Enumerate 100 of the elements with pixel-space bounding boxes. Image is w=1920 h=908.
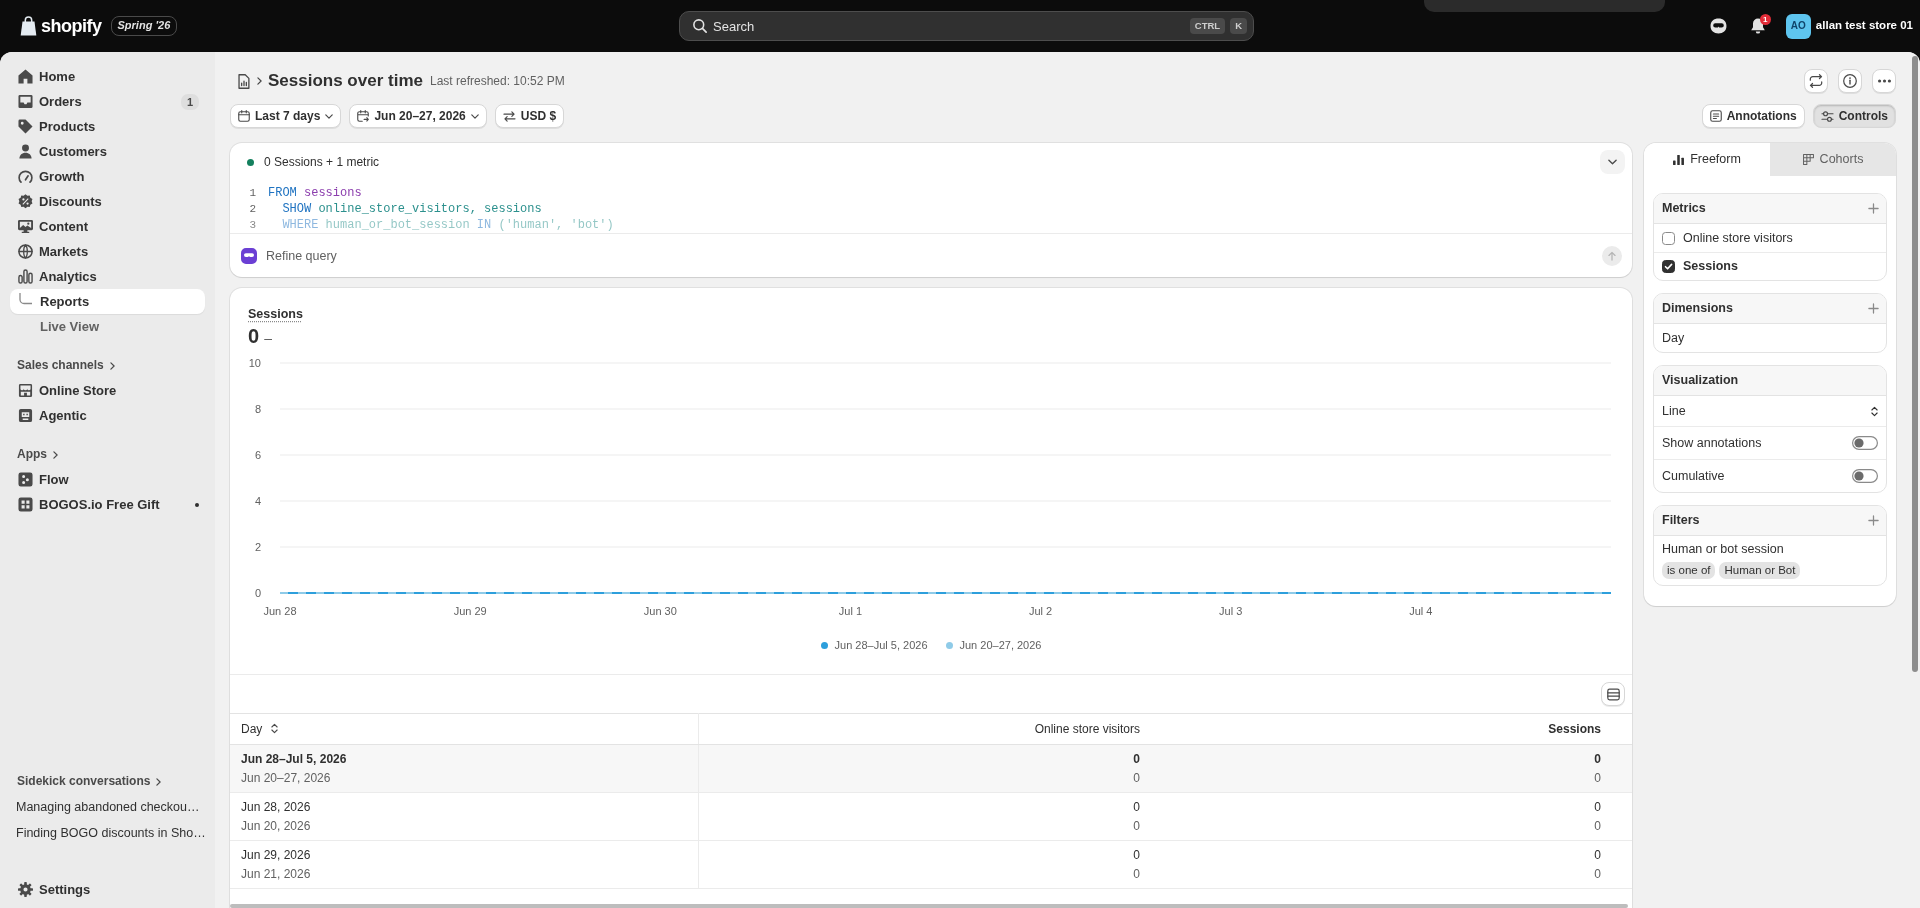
repeat-button[interactable]: [1804, 69, 1828, 93]
vertical-scrollbar[interactable]: [1912, 56, 1918, 672]
shortcut-key: K: [1230, 18, 1247, 34]
bar-chart-icon: [18, 269, 33, 284]
line-number: 3: [248, 217, 256, 233]
metric-label: Online store visitors: [1683, 229, 1793, 247]
column-header: Online store visitors: [1034, 721, 1140, 736]
nav-item[interactable]: Home: [10, 64, 205, 89]
settings-link[interactable]: Settings: [10, 877, 205, 902]
y-axis-label: 2: [254, 541, 261, 553]
search-field[interactable]: Search CTRL K: [679, 11, 1254, 41]
y-axis-label: 6: [254, 449, 261, 461]
section-link[interactable]: Sidekick conversations: [10, 769, 169, 794]
conversation-link[interactable]: Finding BOGO discounts in Sho…: [10, 820, 212, 846]
checkbox[interactable]: [1662, 231, 1675, 245]
add-button[interactable]: [1868, 203, 1879, 214]
filter-operator[interactable]: is one of: [1662, 562, 1716, 579]
monitor-icon: [18, 219, 33, 234]
comparison-value: Jun 21, 2026: [241, 865, 311, 883]
brand-logo[interactable]: shopify: [41, 17, 102, 35]
more-button[interactable]: [1872, 69, 1896, 93]
app-grid-icon: [18, 497, 33, 512]
x-axis-label: Jul 4: [1409, 605, 1433, 617]
column-header: Day: [241, 721, 263, 736]
toggle-switch[interactable]: [1852, 436, 1878, 450]
cell-value: 0: [1594, 846, 1601, 864]
comparison-value: 0: [1133, 865, 1140, 883]
nav-item[interactable]: Growth: [10, 164, 205, 189]
plus-icon: [1868, 515, 1879, 526]
nav-item[interactable]: Markets: [10, 239, 205, 264]
prompt-input[interactable]: Refine query: [266, 243, 1593, 268]
code-line: FROM sessions: [268, 184, 362, 202]
nav-item[interactable]: Discounts: [10, 189, 205, 214]
y-axis-label: 4: [254, 495, 261, 507]
nav-item[interactable]: Online Store: [10, 378, 205, 403]
add-button[interactable]: [1868, 303, 1879, 314]
gauge-icon: [18, 169, 33, 184]
table-view-button[interactable]: [1601, 682, 1625, 706]
toolbar-button[interactable]: Controls: [1812, 104, 1896, 128]
nav-item[interactable]: Content: [10, 214, 205, 239]
dimension-item[interactable]: Day: [1654, 324, 1886, 352]
chevron-down-icon: [325, 113, 334, 119]
document-chart-icon[interactable]: [238, 73, 250, 89]
legend-label: Jun 28–Jul 5, 2026: [834, 638, 928, 653]
tab[interactable]: Cohorts: [1770, 143, 1896, 176]
comparison-value: 0: [1133, 817, 1140, 835]
cell-value: 0: [1133, 846, 1140, 864]
conversation-link[interactable]: Managing abandoned checkou…: [10, 794, 206, 820]
change-indicator: –: [264, 329, 272, 348]
sort-icon[interactable]: [271, 722, 279, 734]
y-axis-label: 10: [248, 357, 261, 369]
horizontal-scrollbar[interactable]: [230, 904, 1628, 908]
x-axis-label: Jun 30: [643, 605, 677, 617]
cell-value: 0: [1594, 750, 1601, 768]
nav-item[interactable]: Orders 1: [10, 89, 205, 114]
cell-value: Jun 28, 2026: [241, 798, 311, 816]
filter-button[interactable]: Jun 20–27, 2026: [349, 104, 487, 128]
checkbox[interactable]: [1662, 260, 1675, 273]
filter-value[interactable]: Human or Bot: [1719, 562, 1801, 579]
info-button[interactable]: [1838, 69, 1862, 93]
nav-item[interactable]: Analytics: [10, 264, 205, 289]
comparison-value: 0: [1594, 769, 1601, 787]
bag-logo-icon[interactable]: [20, 16, 37, 36]
filter-button[interactable]: USD $: [494, 104, 565, 128]
toggle-switch[interactable]: [1852, 469, 1878, 483]
comparison-value: 0: [1594, 865, 1601, 883]
option-label: Show annotations: [1662, 434, 1762, 452]
robot-icon: [18, 408, 33, 423]
toolbar-button[interactable]: Annotations: [1701, 104, 1805, 128]
filter-button[interactable]: Last 7 days: [230, 104, 342, 128]
add-button[interactable]: [1868, 515, 1879, 526]
collapse-button[interactable]: [1600, 150, 1625, 174]
person-icon: [18, 144, 33, 159]
nav-item[interactable]: Customers: [10, 139, 205, 164]
notifications-button[interactable]: 1: [1743, 12, 1772, 40]
chart-title[interactable]: Sessions: [248, 304, 303, 324]
search-input[interactable]: Search: [707, 15, 1185, 37]
section-link[interactable]: Sales channels: [10, 353, 122, 378]
goggles-badge-icon: [241, 247, 257, 264]
section-link[interactable]: Apps: [10, 442, 65, 467]
nav-item[interactable]: Products: [10, 114, 205, 139]
nav-item[interactable]: Agentic: [10, 403, 205, 428]
chevron-down-icon: [470, 113, 479, 119]
metric-value: 0: [248, 324, 260, 348]
nav-item[interactable]: Flow: [10, 467, 205, 492]
query-summary: 0 Sessions + 1 metric: [264, 153, 380, 171]
search-icon: [693, 19, 707, 33]
tag-icon: [18, 119, 33, 134]
nav-item[interactable]: Live View: [10, 314, 205, 339]
visualization-select[interactable]: Line: [1654, 396, 1886, 426]
shortcut-key: CTRL: [1189, 18, 1226, 34]
repeat-icon: [1809, 74, 1823, 88]
app-nodes-icon: [18, 472, 33, 487]
chevron-right-icon: [156, 777, 162, 786]
plus-icon: [1868, 303, 1879, 314]
account-button[interactable]: AO allan test store 01: [1785, 13, 1913, 39]
tab[interactable]: Freeform: [1644, 143, 1770, 176]
nav-item[interactable]: BOGOS.io Free Gift: [10, 492, 205, 517]
section-title: Metrics: [1662, 200, 1706, 217]
nav-item[interactable]: Reports: [10, 289, 205, 314]
